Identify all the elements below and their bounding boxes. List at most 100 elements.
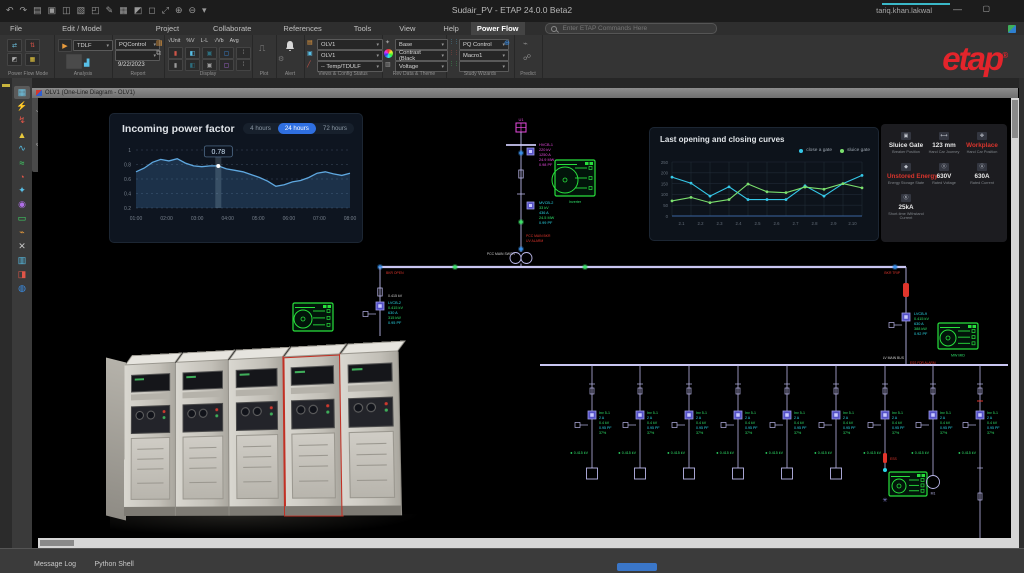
oneline-diagram-canvas[interactable]: U1HVCB-1220 kV1250 A24.9 MW0.98 PFMVCB-2… bbox=[38, 98, 1011, 538]
display-option-icon-1-1[interactable]: ◧ bbox=[185, 59, 200, 71]
analysis-option-icon[interactable] bbox=[66, 54, 82, 69]
svg-text:100: 100 bbox=[661, 192, 669, 197]
horizontal-scrollbar[interactable] bbox=[38, 538, 1011, 548]
command-search-input[interactable] bbox=[561, 24, 711, 33]
ups-icon[interactable]: ◨ bbox=[14, 268, 30, 281]
copy-report-icon[interactable]: ⧉ bbox=[156, 50, 161, 58]
menu-edit-model[interactable]: Edit / Model bbox=[56, 22, 108, 35]
theme-dropdown[interactable]: Contrast (Black▾ bbox=[395, 50, 448, 61]
svg-text:0.95 PF: 0.95 PF bbox=[388, 321, 402, 325]
menu-tools[interactable]: Tools bbox=[348, 22, 378, 35]
wizard-dropdown-2[interactable]: Macro1▾ bbox=[459, 50, 509, 61]
menu-collaborate[interactable]: Collaborate bbox=[207, 22, 257, 35]
feeder[interactable]: Inv 5-12 A0.4 kV0.95 PF37%◄ 0.415 kV bbox=[813, 365, 856, 479]
vertical-scrollbar[interactable] bbox=[1011, 98, 1019, 548]
svg-text:07:00: 07:00 bbox=[313, 216, 326, 222]
report-dropdown-2[interactable]: ▾ bbox=[115, 50, 160, 61]
python-shell-tab[interactable]: Python Shell bbox=[94, 561, 133, 568]
svg-text:◄ 0.415 kV: ◄ 0.415 kV bbox=[715, 451, 734, 455]
globe-icon[interactable]: ◍ bbox=[14, 282, 30, 295]
display-option-icon-0-0[interactable]: ▮ bbox=[168, 47, 183, 59]
feeder[interactable]: Inv 5-12 A0.4 kV0.95 PF37%◄ 0.415 kV bbox=[764, 365, 807, 479]
panel-icon[interactable]: ▥ bbox=[14, 254, 30, 267]
feeder[interactable]: Inv 5-12 A0.4 kV0.95 PF37%◄ 0.415 kV bbox=[569, 365, 612, 479]
alert-settings-icon[interactable]: ⚙ bbox=[278, 55, 284, 63]
taskbar-peek-button[interactable] bbox=[617, 563, 657, 571]
reliability-icon[interactable]: ✦ bbox=[14, 184, 30, 197]
titlebar: ↶↷▤▣◫▧◰✎▦◩◻⤢⊕⊖▾ Sudair_PV - ETAP 24.0.0 … bbox=[0, 0, 1024, 22]
switchgear-cabinet-3 bbox=[229, 357, 285, 515]
load-flow-icon[interactable]: ⚡ bbox=[14, 100, 30, 113]
feeder[interactable]: Inv 5-12 A0.4 kV0.95 PF37%◄ 0.415 kV bbox=[715, 365, 758, 479]
display-option-icon-1-0[interactable]: ▮ bbox=[168, 59, 183, 71]
plot-icon[interactable]: ⎍ bbox=[259, 43, 265, 54]
one-line-view-icon[interactable]: ▦ bbox=[14, 86, 30, 99]
display-toggle-unit[interactable]: √Unit bbox=[168, 38, 180, 44]
display-toggle-avg[interactable]: Avg bbox=[230, 38, 239, 44]
predict-icon-2[interactable]: ☍ bbox=[523, 53, 531, 62]
display-toggle-v[interactable]: %V bbox=[186, 38, 194, 44]
display-option-icon-0-4[interactable]: ⁞ bbox=[236, 47, 251, 59]
maximize-button[interactable]: ▢ bbox=[982, 4, 990, 13]
report-dropdown[interactable]: PQControl▾ bbox=[115, 39, 160, 50]
svg-text:U1: U1 bbox=[518, 117, 524, 122]
feeder[interactable]: Inv 5-12 A0.4 kV0.95 PF37%◄ 0.415 kV bbox=[666, 365, 709, 479]
run-analysis-icon[interactable]: ▶ bbox=[58, 39, 72, 52]
collapse-handle-icon[interactable] bbox=[2, 84, 10, 87]
display-option-icon-0-3[interactable]: ▢ bbox=[219, 47, 234, 59]
display-option-icon-1-2[interactable]: ▣ bbox=[202, 59, 217, 71]
battery-icon[interactable]: ▭ bbox=[14, 212, 30, 225]
feeder[interactable]: Inv 5-12 A0.4 kV0.95 PF37%◄ 0.415 kV bbox=[617, 365, 660, 479]
display-toggle-vb[interactable]: √Vb bbox=[214, 38, 223, 44]
message-log-tab[interactable]: Message Log bbox=[34, 561, 76, 568]
svg-text:ESS: ESS bbox=[890, 457, 898, 461]
rev-dropdown[interactable]: Base▾ bbox=[395, 39, 448, 50]
harmonic-icon[interactable]: ∿ bbox=[14, 142, 30, 155]
menu-view[interactable]: View bbox=[393, 22, 421, 35]
display-option-icon-0-1[interactable]: ◧ bbox=[185, 47, 200, 59]
motor-start-icon[interactable]: ◉ bbox=[14, 198, 30, 211]
menu-power-flow[interactable]: Power Flow bbox=[471, 22, 525, 35]
wizard-dropdown-1[interactable]: PQ Control▾ bbox=[459, 39, 509, 50]
menu-project[interactable]: Project bbox=[150, 22, 185, 35]
vertical-scroll-thumb[interactable] bbox=[1012, 100, 1018, 138]
oneline-window-titlebar[interactable]: OLV1 (One-Line Diagram - OLV1) bbox=[32, 88, 1018, 98]
analysis-chart-icon[interactable]: ▟ bbox=[84, 59, 89, 67]
window-title: Sudair_PV - ETAP 24.0.0 Beta2 bbox=[0, 5, 1024, 15]
command-search-box[interactable] bbox=[545, 23, 717, 34]
analysis-mode-dropdown[interactable]: TDLF▾ bbox=[73, 40, 113, 51]
alert-bell-icon[interactable] bbox=[285, 40, 295, 52]
short-circuit-icon[interactable]: ↯ bbox=[14, 114, 30, 127]
pf-tab-72-hours[interactable]: 72 hours bbox=[316, 123, 354, 134]
pf-mode-icon-1[interactable]: ⇄ bbox=[7, 39, 22, 52]
dc-flow-icon[interactable]: ⌁ bbox=[14, 226, 30, 239]
horizontal-scroll-thumb[interactable] bbox=[40, 540, 74, 546]
feeder[interactable]: Inv 5-12 A0.4 kV0.95 PF37%◄ 0.415 kV bbox=[957, 365, 1000, 538]
protection-icon[interactable]: ◔ bbox=[14, 170, 30, 183]
pf-tab-4-hours[interactable]: 4 hours bbox=[243, 123, 278, 134]
pf-mode-icon-3[interactable]: ◩ bbox=[7, 53, 22, 66]
display-option-icon-0-2[interactable]: ▣ bbox=[202, 47, 217, 59]
display-option-icon-1-3[interactable]: ▢ bbox=[219, 59, 234, 71]
svg-text:Inverter: Inverter bbox=[569, 200, 582, 204]
cable-icon[interactable]: ✕ bbox=[14, 240, 30, 253]
menu-help[interactable]: Help bbox=[437, 22, 464, 35]
display-option-icon-1-4[interactable]: ⁞ bbox=[236, 59, 251, 71]
view-dropdown-1[interactable]: OLV1▾ bbox=[317, 39, 383, 50]
pf-tab-24-hours[interactable]: 24 hours bbox=[278, 123, 316, 134]
svg-text:33 kV: 33 kV bbox=[539, 206, 549, 210]
predict-icon-1[interactable]: ⌁ bbox=[523, 39, 528, 48]
feeder[interactable]: Inv 5-12 A0.4 kV0.95 PF37%◄ 0.415 kVESS✳ bbox=[862, 365, 927, 504]
arc-flash-icon[interactable]: ▲ bbox=[14, 128, 30, 141]
add-wizard-icon[interactable]: ⊕ bbox=[504, 39, 510, 47]
transient-icon[interactable]: ≈ bbox=[14, 156, 30, 169]
view-dropdown-2[interactable]: OLV1▾ bbox=[317, 50, 383, 61]
pf-mode-icon-4[interactable]: ▦ bbox=[25, 53, 40, 66]
menu-references[interactable]: References bbox=[277, 22, 327, 35]
display-toggle-ll[interactable]: L-L bbox=[201, 38, 209, 44]
minimize-button[interactable]: — bbox=[953, 4, 962, 14]
status-flag-icon[interactable] bbox=[1008, 25, 1016, 33]
menu-file[interactable]: File bbox=[4, 22, 28, 35]
report-icon[interactable]: ▤ bbox=[156, 39, 163, 47]
pf-mode-icon-2[interactable]: ⇅ bbox=[25, 39, 40, 52]
